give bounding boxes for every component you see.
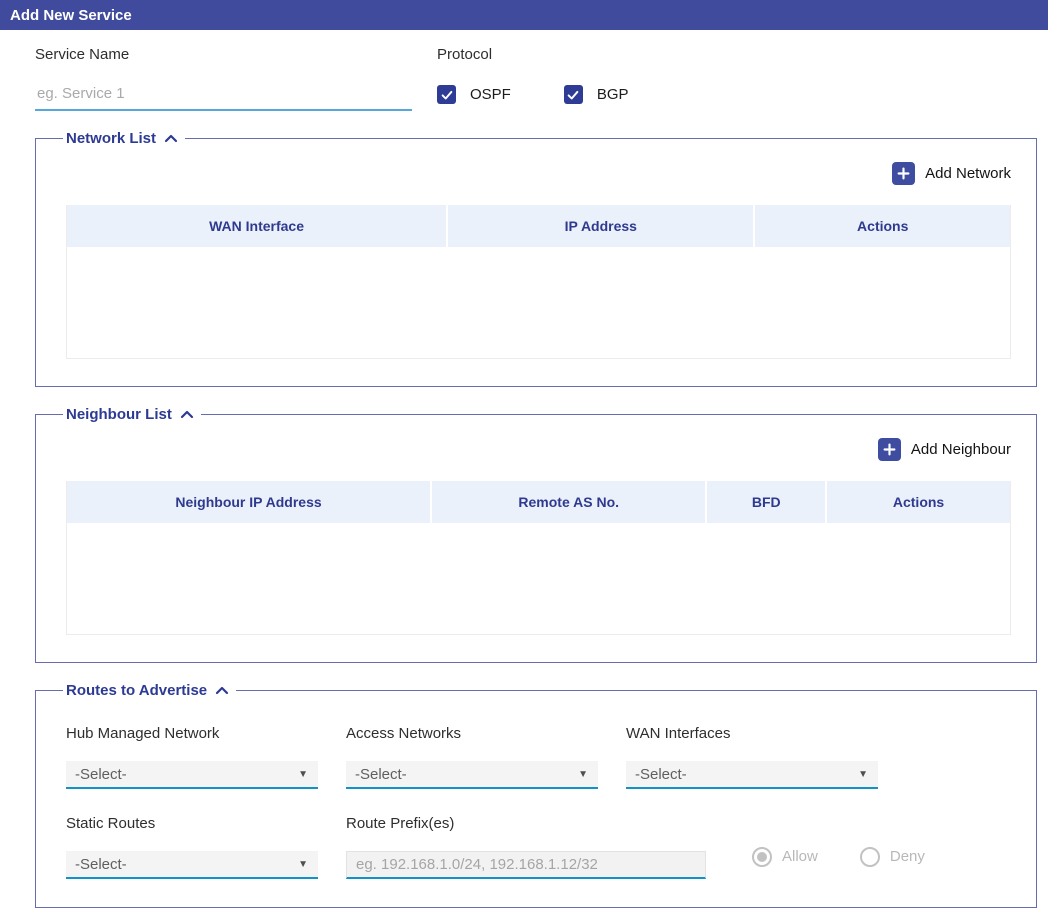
network-col-actions: Actions [753,205,1009,247]
add-neighbour-button-label: Add Neighbour [911,441,1011,458]
network-list-section: Network List Add Network WAN Interface I… [35,130,1037,387]
neighbour-col-bfd: BFD [705,481,825,523]
radio-unselected-icon [860,847,880,867]
static-routes-select-value: -Select- [75,856,127,873]
neighbour-col-ip-address: Neighbour IP Address [67,481,430,523]
plus-icon [892,162,915,185]
routes-legend-text: Routes to Advertise [66,682,207,699]
wan-interfaces-select[interactable]: -Select- ▼ [626,761,878,789]
route-prefixes-label: Route Prefix(es) [346,815,706,832]
route-prefixes-input[interactable] [346,851,706,879]
checkmark-icon [437,85,456,104]
top-row: Service Name Protocol OSPF BGP [35,46,1037,111]
service-name-label: Service Name [35,46,412,63]
access-networks-label: Access Networks [346,725,598,742]
access-networks-select-value: -Select- [355,766,407,783]
network-col-ip-address: IP Address [446,205,753,247]
caret-down-icon: ▼ [298,769,308,780]
ospf-checkbox-label: OSPF [470,86,511,103]
hub-managed-network-field: Hub Managed Network -Select- ▼ [66,699,318,789]
add-neighbour-button[interactable]: Add Neighbour [66,438,1011,461]
neighbour-list-legend-text: Neighbour List [66,406,172,423]
access-networks-field: Access Networks -Select- ▼ [346,699,598,789]
add-network-button-label: Add Network [925,165,1011,182]
neighbour-list-section: Neighbour List Add Neighbour Neighbour I… [35,406,1037,663]
wan-interfaces-label: WAN Interfaces [626,725,878,742]
radio-selected-icon [752,847,772,867]
plus-icon [878,438,901,461]
protocol-block: Protocol OSPF BGP [437,46,629,111]
protocol-label: Protocol [437,46,629,63]
allow-radio[interactable]: Allow [752,847,818,867]
static-routes-label: Static Routes [66,815,318,832]
add-network-button[interactable]: Add Network [66,162,1011,185]
bgp-checkbox-label: BGP [597,86,629,103]
routes-row-1: Hub Managed Network -Select- ▼ Access Ne… [66,699,1006,789]
allow-radio-label: Allow [782,848,818,865]
neighbour-table-header: Neighbour IP Address Remote AS No. BFD A… [67,481,1010,523]
allow-deny-radio-group: Allow Deny [752,834,925,879]
hub-managed-network-label: Hub Managed Network [66,725,318,742]
network-col-wan-interface: WAN Interface [67,205,446,247]
neighbour-col-actions: Actions [825,481,1010,523]
chevron-up-icon[interactable] [180,409,194,420]
caret-down-icon: ▼ [578,769,588,780]
chevron-up-icon[interactable] [164,133,178,144]
service-name-input[interactable] [35,79,412,111]
neighbour-table: Neighbour IP Address Remote AS No. BFD A… [66,481,1011,635]
service-name-field: Service Name [35,46,412,111]
neighbour-table-body [67,523,1010,634]
routes-bottom-padding [66,879,1006,907]
hub-managed-network-select-value: -Select- [75,766,127,783]
routes-legend[interactable]: Routes to Advertise [63,682,236,699]
bgp-checkbox[interactable]: BGP [564,85,629,104]
page-title: Add New Service [10,7,132,24]
form-content: Service Name Protocol OSPF BGP [0,46,1048,908]
deny-radio-label: Deny [890,848,925,865]
wan-interfaces-select-value: -Select- [635,766,687,783]
hub-managed-network-select[interactable]: -Select- ▼ [66,761,318,789]
network-table-body [67,247,1010,358]
checkmark-icon [564,85,583,104]
network-list-legend[interactable]: Network List [63,130,185,147]
routes-row-2: Static Routes -Select- ▼ Route Prefix(es… [66,789,1006,879]
static-routes-select[interactable]: -Select- ▼ [66,851,318,879]
caret-down-icon: ▼ [298,859,308,870]
dialog-header: Add New Service [0,0,1048,30]
access-networks-select[interactable]: -Select- ▼ [346,761,598,789]
routes-to-advertise-section: Routes to Advertise Hub Managed Network … [35,682,1037,908]
wan-interfaces-field: WAN Interfaces -Select- ▼ [626,699,878,789]
caret-down-icon: ▼ [858,769,868,780]
deny-radio[interactable]: Deny [860,847,925,867]
protocol-options: OSPF BGP [437,85,629,104]
neighbour-col-remote-as: Remote AS No. [430,481,705,523]
network-table: WAN Interface IP Address Actions [66,205,1011,359]
static-routes-field: Static Routes -Select- ▼ [66,789,318,879]
route-prefixes-field: Route Prefix(es) [346,789,706,879]
network-table-header: WAN Interface IP Address Actions [67,205,1010,247]
network-list-legend-text: Network List [66,130,156,147]
chevron-up-icon[interactable] [215,685,229,696]
ospf-checkbox[interactable]: OSPF [437,85,511,104]
neighbour-list-legend[interactable]: Neighbour List [63,406,201,423]
